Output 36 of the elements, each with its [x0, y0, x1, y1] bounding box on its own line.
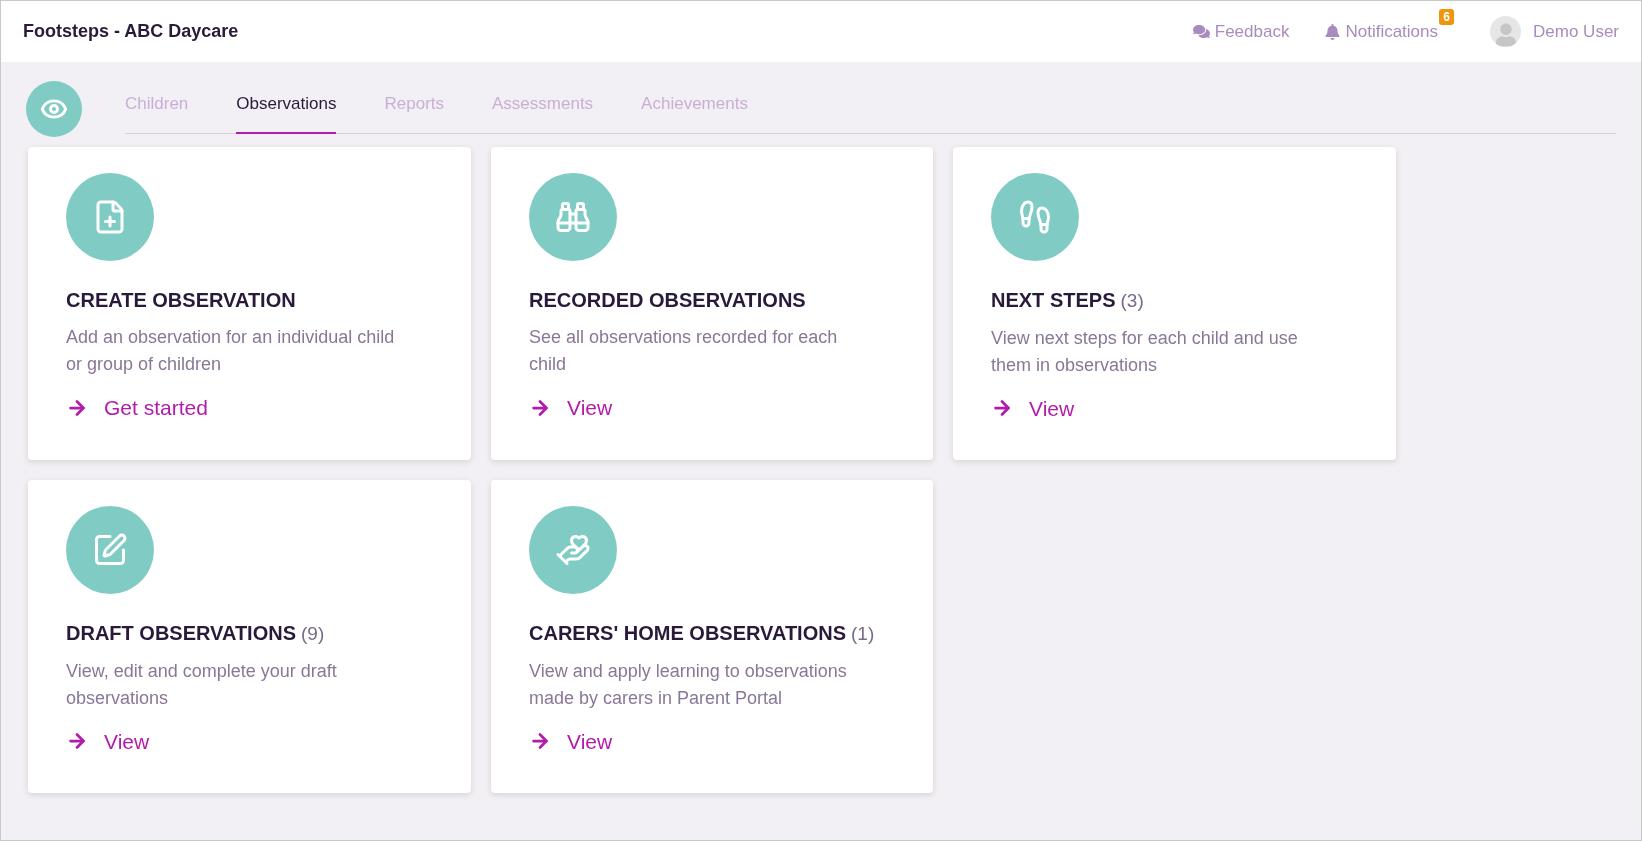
notification-badge: 6	[1439, 8, 1455, 25]
card-title: CARERS' HOME OBSERVATIONS	[529, 621, 846, 646]
card-description: See all observations recorded for each child	[529, 326, 839, 376]
edit-icon	[92, 532, 128, 568]
card-link[interactable]: View	[66, 725, 451, 757]
count: (3)	[1120, 289, 1144, 313]
card-title: RECORDED OBSERVATIONS	[529, 288, 806, 313]
card-link[interactable]: View	[529, 725, 913, 757]
tab[interactable]: Reports	[384, 82, 444, 134]
card-title: NEXT STEPS	[991, 288, 1116, 313]
user-name[interactable]: Demo User	[1533, 18, 1619, 45]
avatar[interactable]	[1490, 16, 1522, 47]
binoculars-icon	[555, 199, 591, 235]
card-link[interactable]: View	[529, 392, 913, 424]
hand-heart-icon	[555, 532, 591, 568]
tab[interactable]: Achievements	[641, 82, 748, 134]
card-title: CREATE OBSERVATION	[66, 288, 296, 313]
card-title: DRAFT OBSERVATIONS	[66, 621, 296, 646]
chat-icon	[1192, 23, 1210, 40]
card-link[interactable]: Get started	[66, 392, 451, 424]
app-title: Footsteps - ABC Daycare	[23, 20, 239, 43]
card-description: View next steps for each child and use them in observations	[991, 326, 1299, 377]
tab[interactable]: Children	[125, 82, 189, 134]
tab[interactable]: Observations	[236, 82, 337, 134]
user-silhouette-icon	[1495, 23, 1516, 47]
card-link[interactable]: View	[991, 392, 1376, 424]
bell-icon	[1325, 23, 1341, 40]
footprints-icon	[1017, 199, 1053, 235]
card-description: View and apply learning to observations made by carers in Parent Portal	[529, 659, 848, 710]
count: (1)	[851, 622, 875, 646]
tab[interactable]: Assessments	[492, 82, 594, 134]
feedback-link[interactable]: Feedback	[1192, 18, 1290, 45]
card-description: Add an observation for an individual child or group of children	[66, 326, 396, 376]
count: (9)	[301, 622, 325, 646]
card-description: View, edit and complete your draft observations	[66, 659, 338, 710]
notifications-link[interactable]: Notifications 6	[1325, 8, 1455, 45]
